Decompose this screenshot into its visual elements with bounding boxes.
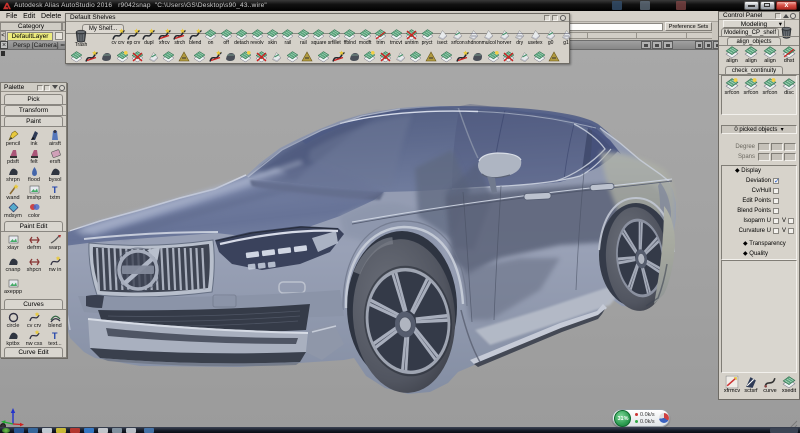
svg-text:T: T — [52, 331, 58, 341]
svg-text:T: T — [52, 185, 58, 195]
